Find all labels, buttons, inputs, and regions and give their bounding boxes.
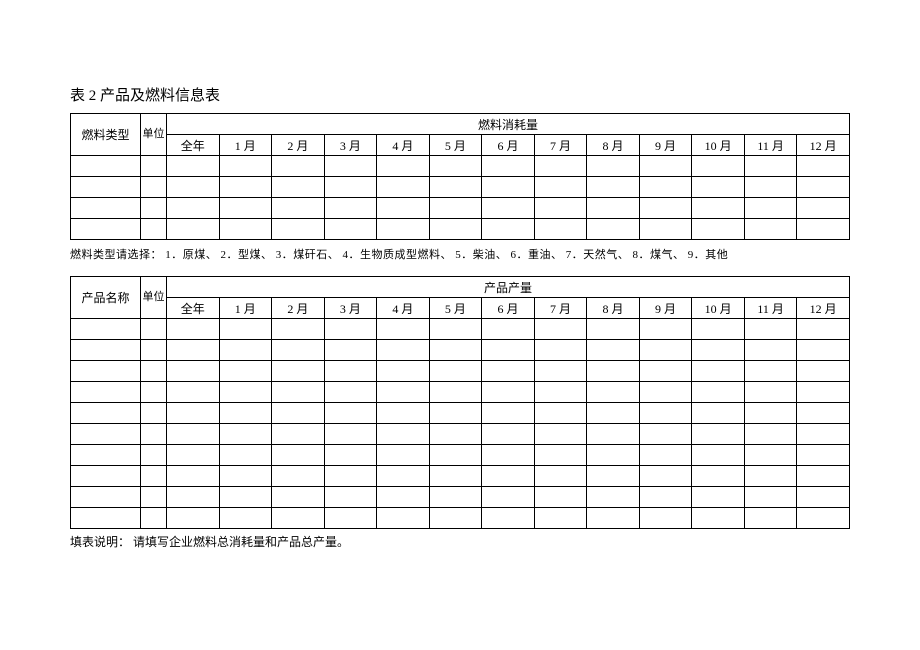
table-subheader-row: 全年 1 月 2 月 3 月 4 月 5 月 6 月 7 月 8 月 9 月 1… <box>71 298 850 319</box>
table-row <box>71 487 850 508</box>
col-month: 7 月 <box>534 135 587 156</box>
table-row <box>71 340 850 361</box>
col-month: 11 月 <box>744 298 797 319</box>
page-title: 表 2 产品及燃料信息表 <box>70 84 850 105</box>
table-row <box>71 361 850 382</box>
table-header-row: 燃料类型 单位 燃料消耗量 <box>71 114 850 135</box>
table-row <box>71 198 850 219</box>
col-month: 5 月 <box>429 298 482 319</box>
table-row <box>71 319 850 340</box>
col-month: 5 月 <box>429 135 482 156</box>
col-month: 10 月 <box>692 298 745 319</box>
col-month: 7 月 <box>534 298 587 319</box>
table-row <box>71 424 850 445</box>
col-month: 4 月 <box>377 135 430 156</box>
product-name-header: 产品名称 <box>71 277 141 319</box>
footer-note: 填表说明： 请填写企业燃料总消耗量和产品总产量。 <box>70 533 850 550</box>
table-row <box>71 403 850 424</box>
group-header: 产品产量 <box>167 277 850 298</box>
col-month: 2 月 <box>272 135 325 156</box>
unit-header: 单位 <box>141 277 167 319</box>
fuel-type-header: 燃料类型 <box>71 114 141 156</box>
col-month: 12 月 <box>797 298 850 319</box>
col-month: 4 月 <box>377 298 430 319</box>
col-month: 8 月 <box>587 298 640 319</box>
table-row <box>71 382 850 403</box>
group-header: 燃料消耗量 <box>167 114 850 135</box>
table-row <box>71 466 850 487</box>
col-year: 全年 <box>167 135 220 156</box>
col-month: 8 月 <box>587 135 640 156</box>
unit-header: 单位 <box>141 114 167 156</box>
table-header-row: 产品名称 单位 产品产量 <box>71 277 850 298</box>
table-subheader-row: 全年 1 月 2 月 3 月 4 月 5 月 6 月 7 月 8 月 9 月 1… <box>71 135 850 156</box>
col-month: 3 月 <box>324 135 377 156</box>
col-month: 3 月 <box>324 298 377 319</box>
col-month: 9 月 <box>639 135 692 156</box>
col-month: 1 月 <box>219 298 272 319</box>
col-month: 6 月 <box>482 135 535 156</box>
col-month: 12 月 <box>797 135 850 156</box>
table-row <box>71 177 850 198</box>
col-month: 10 月 <box>692 135 745 156</box>
product-table: 产品名称 单位 产品产量 全年 1 月 2 月 3 月 4 月 5 月 6 月 … <box>70 276 850 529</box>
table-row <box>71 508 850 529</box>
table-row <box>71 156 850 177</box>
col-month: 6 月 <box>482 298 535 319</box>
fuel-type-note: 燃料类型请选择： 1．原煤、 2．型煤、 3．煤矸石、 4．生物质成型燃料、 5… <box>70 246 850 262</box>
fuel-table: 燃料类型 单位 燃料消耗量 全年 1 月 2 月 3 月 4 月 5 月 6 月… <box>70 113 850 240</box>
table-row <box>71 445 850 466</box>
col-month: 11 月 <box>744 135 797 156</box>
table-row <box>71 219 850 240</box>
col-month: 2 月 <box>272 298 325 319</box>
col-month: 9 月 <box>639 298 692 319</box>
col-month: 1 月 <box>219 135 272 156</box>
col-year: 全年 <box>167 298 220 319</box>
